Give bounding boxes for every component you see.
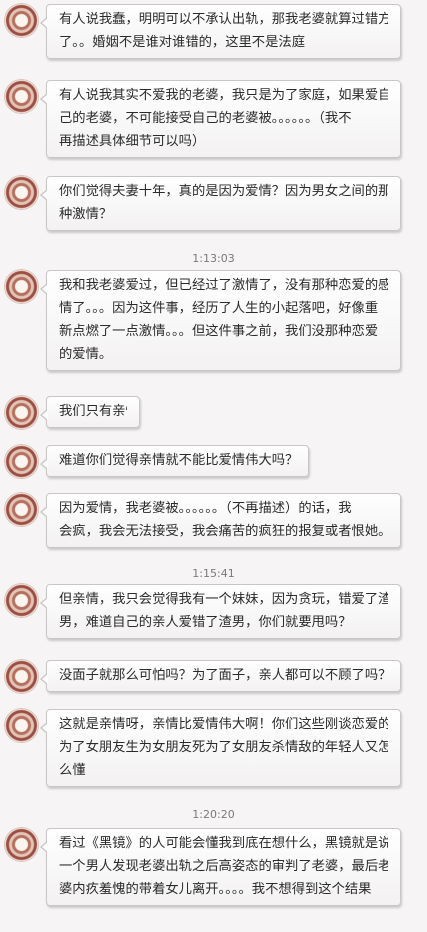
message-line: 有人说我其实不爱我的老婆，我只是为了家庭，如果爱自 xyxy=(59,88,388,103)
message-line: 情了。。。因为这件事，经历了人生的小起落吧，好像重 xyxy=(59,301,379,316)
message-line: 看过《黑镜》的人可能会懂我到底在想什么，黑镜就是说 xyxy=(59,836,388,851)
message-line: 有人说我蠢，明明可以不承认出轨，那我老婆就算过错方 xyxy=(59,12,388,27)
message-line: 新点燃了一点激情。。。但这件事之前，我们没那种恋爱 xyxy=(59,324,379,339)
message-bubble: 但亲情，我只会觉得我有一个妹妹，因为贪玩，错爱了渣 男，难道自己的亲人爱错了渣男… xyxy=(40,584,401,639)
message-bubble: 难道你们觉得亲情就不能比爱情伟大吗？ xyxy=(40,445,309,477)
sender-avatar[interactable] xyxy=(5,80,38,113)
message-line: 的爱情。 xyxy=(59,347,113,362)
message-line: 婆内疚羞愧的带着女儿离开。。。。我不想得到这个结果 xyxy=(59,882,372,897)
message-line: 一个男人发现老婆出轨之后高姿态的审判了老婆，最后老 xyxy=(59,859,388,874)
message-bubble: 因为爱情，我老婆被。。。。。。（不再描述）的话，我 会疯，我会无法接受，我会痛苦… xyxy=(40,493,401,548)
message-line: 会疯，我会无法接受，我会痛苦的疯狂的报复或者恨她。 xyxy=(59,524,388,539)
message-line: 因为爱情，我老婆被。。。。。。（不再描述）的话，我 xyxy=(59,501,352,516)
message-bubble: 我和我老婆爱过，但已经过了激情了，没有那种恋爱的感 情了。。。因为这件事，经历了… xyxy=(40,270,401,371)
sender-avatar[interactable] xyxy=(5,493,38,526)
message-bubble: 看过《黑镜》的人可能会懂我到底在想什么，黑镜就是说 一个男人发现老婆出轨之后高姿… xyxy=(40,828,401,906)
sender-avatar[interactable] xyxy=(5,270,38,303)
timestamp: 1:20:20 xyxy=(192,808,235,821)
message-line: 了。。婚姻不是谁对谁错的，这里不是法庭 xyxy=(59,35,305,50)
sender-avatar[interactable] xyxy=(5,445,38,478)
message-bubble: 我们只有亲情 xyxy=(40,396,140,428)
sender-avatar[interactable] xyxy=(5,176,38,209)
sender-avatar[interactable] xyxy=(5,584,38,617)
message-bubble: 有人说我其实不爱我的老婆，我只是为了家庭，如果爱自 己的老婆，不可能接受自己的老… xyxy=(40,80,401,158)
message-line: 难道你们觉得亲情就不能比爱情伟大吗？ xyxy=(59,453,296,468)
message-line: 种激情？ xyxy=(59,207,113,222)
message-line: 为了女朋友生为女朋友死为了女朋友杀情敌的年轻人又怎 xyxy=(59,740,388,755)
sender-avatar[interactable] xyxy=(5,709,38,742)
message-line: 我们只有亲情 xyxy=(59,404,127,419)
message-line: 己的老婆，不可能接受自己的老婆被。。。。。。（我不 xyxy=(59,111,352,126)
message-line: 这就是亲情呀，亲情比爱情伟大啊！你们这些刚谈恋爱的 xyxy=(59,717,388,732)
message-line: 没面子就那么可怕吗？为了面子，亲人都可以不顾了吗？ xyxy=(59,668,388,683)
message-bubble: 没面子就那么可怕吗？为了面子，亲人都可以不顾了吗？ xyxy=(40,660,401,692)
message-line: 你们觉得夫妻十年，真的是因为爱情？因为男女之间的那 xyxy=(59,184,388,199)
sender-avatar[interactable] xyxy=(5,660,38,693)
sender-avatar[interactable] xyxy=(5,828,38,861)
chat-log: 有人说我蠢，明明可以不承认出轨，那我老婆就算过错方 了。。婚姻不是谁对谁错的，这… xyxy=(0,0,427,932)
timestamp: 1:13:03 xyxy=(192,252,235,265)
message-line: 再描述具体细节可以吗） xyxy=(59,134,206,149)
message-bubble: 你们觉得夫妻十年，真的是因为爱情？因为男女之间的那 种激情？ xyxy=(40,176,401,231)
message-line: 么懂 xyxy=(59,763,86,778)
message-line: 我和我老婆爱过，但已经过了激情了，没有那种恋爱的感 xyxy=(59,278,388,293)
message-line: 但亲情，我只会觉得我有一个妹妹，因为贪玩，错爱了渣 xyxy=(59,592,388,607)
message-bubble: 有人说我蠢，明明可以不承认出轨，那我老婆就算过错方 了。。婚姻不是谁对谁错的，这… xyxy=(40,4,401,59)
sender-avatar[interactable] xyxy=(5,396,38,429)
timestamp: 1:15:41 xyxy=(192,567,235,580)
sender-avatar[interactable] xyxy=(5,4,38,37)
message-line: 男，难道自己的亲人爱错了渣男，你们就要甩吗？ xyxy=(59,615,352,630)
message-bubble: 这就是亲情呀，亲情比爱情伟大啊！你们这些刚谈恋爱的 为了女朋友生为女朋友死为了女… xyxy=(40,709,401,787)
